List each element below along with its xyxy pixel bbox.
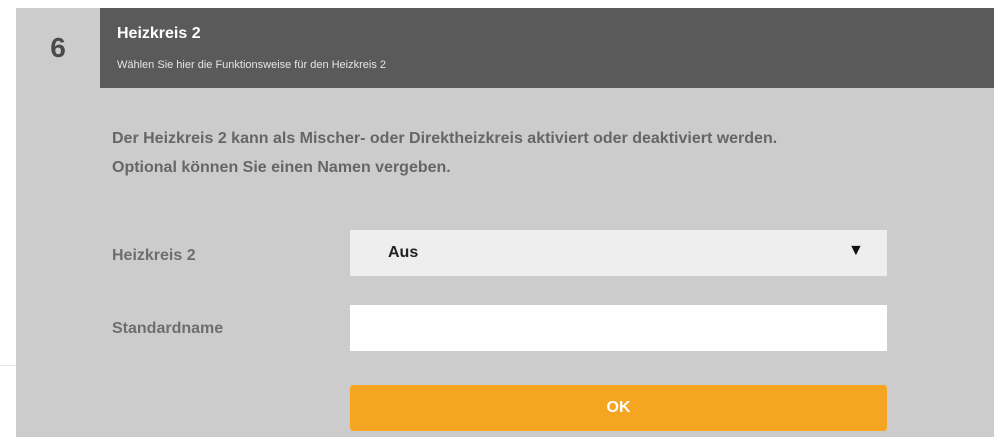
ok-button[interactable]: OK [350, 385, 887, 431]
step-header: Heizkreis 2 Wählen Sie hier die Funktion… [100, 8, 994, 88]
heizkreis-select[interactable]: Aus ▼ [350, 230, 887, 276]
step-description: Der Heizkreis 2 kann als Mischer- oder D… [112, 124, 912, 182]
standardname-input[interactable] [350, 305, 887, 351]
heizkreis-label: Heizkreis 2 [112, 247, 196, 264]
step-subtitle: Wählen Sie hier die Funktionsweise für d… [117, 59, 387, 71]
heizkreis-select-value: Aus [388, 244, 419, 261]
dropdown-triangle-icon: ▼ [848, 242, 864, 259]
side-divider [0, 365, 16, 366]
standardname-label: Standardname [112, 320, 224, 337]
wizard-step-panel: 6 Heizkreis 2 Wählen Sie hier die Funkti… [16, 8, 994, 437]
description-line-2: Optional können Sie einen Namen vergeben… [112, 159, 451, 176]
description-line-1: Der Heizkreis 2 kann als Mischer- oder D… [112, 130, 778, 147]
step-title: Heizkreis 2 [117, 25, 201, 42]
step-number: 6 [50, 32, 66, 63]
